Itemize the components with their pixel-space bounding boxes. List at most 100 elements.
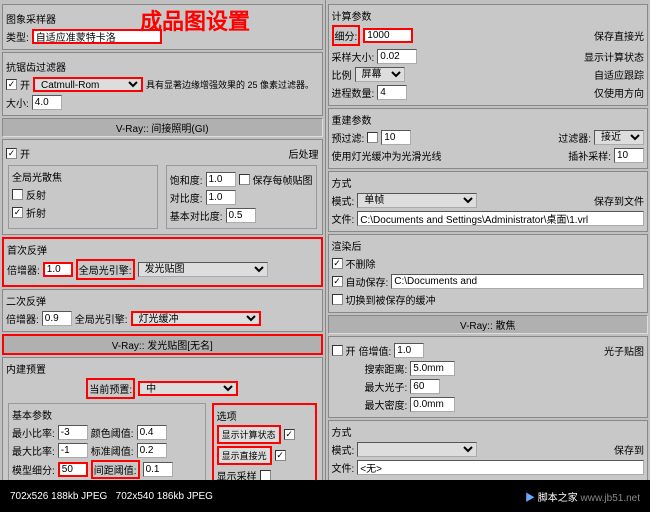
p2-mult-input[interactable] [42, 311, 72, 326]
maxp-input[interactable] [410, 379, 440, 394]
right-column: 计算参数 细分:保存直接光 采样大小:显示计算状态 比例屏幕自适应跟踪 进程数量… [326, 0, 650, 480]
mode-label: 模式: [332, 193, 355, 208]
irr-panel: 内建预置 当前预置:中 基本参数 最小比率:颜色阈值: 最大比率:标准阈值: 模… [2, 357, 323, 480]
pre-chk[interactable] [367, 132, 378, 143]
site-name: 脚本之家 [538, 493, 578, 504]
scatter-panel: 开 倍增值:光子贴图 搜索距离: 最大光子: 最大密度: [328, 336, 649, 418]
aa-title: 抗锯齿过滤器 [6, 59, 66, 74]
show-calc-chk[interactable]: ✓ [284, 429, 295, 440]
gi-global-label: 全局光散焦 [12, 169, 154, 184]
pre-input[interactable] [381, 130, 411, 145]
sat-label: 饱和度: [170, 172, 203, 187]
file-input[interactable] [357, 211, 644, 226]
switch-chk[interactable] [332, 294, 343, 305]
reflect-checkbox[interactable] [12, 189, 23, 200]
p1-engine-select[interactable]: 发光贴图 [138, 262, 268, 277]
cur-preset-select[interactable]: 中 [138, 381, 238, 396]
gi-header[interactable]: V-Ray:: 间接照明(GI) [2, 118, 323, 137]
proc-input[interactable] [377, 85, 407, 100]
nodel-chk[interactable]: ✓ [332, 258, 343, 269]
aa-panel: 抗锯齿过滤器 ✓开 Catmull-Rom 具有显著边缘增强效果的 25 像素过… [2, 52, 323, 116]
use-label: 使用灯光缓冲为光滑光线 [332, 148, 442, 163]
sampler-title: 图象采样器 [6, 11, 56, 26]
auto-chk[interactable]: ✓ [332, 276, 343, 287]
base-input[interactable] [226, 208, 256, 223]
aa-size-input[interactable] [32, 95, 62, 110]
norm-input[interactable] [137, 443, 167, 458]
color-input[interactable] [137, 425, 167, 440]
p2-engine-select[interactable]: 灯光缓冲 [131, 311, 261, 326]
refract-label: 折射 [26, 205, 46, 220]
usedir-label: 仅使用方向 [594, 85, 644, 100]
mode-select[interactable]: 单帧 [357, 193, 477, 208]
left-column: 图象采样器 类型: 抗锯齿过滤器 ✓开 Catmull-Rom 具有显著边缘增强… [0, 0, 326, 480]
dim2: 702x540 186kb JPEG [116, 491, 213, 502]
recon-title: 重建参数 [332, 112, 645, 127]
gi-on-checkbox[interactable]: ✓ [6, 148, 17, 159]
basic-title: 基本参数 [12, 407, 202, 422]
max-input[interactable] [58, 443, 88, 458]
samp-input[interactable] [377, 49, 417, 64]
mode2-select[interactable] [357, 442, 477, 457]
save2-label[interactable]: 保存到 [614, 442, 644, 457]
aa-filter-select[interactable]: Catmull-Rom [33, 77, 143, 92]
scatter-on-chk[interactable] [332, 345, 343, 356]
sat-input[interactable] [206, 172, 236, 187]
filter-select[interactable]: 接近 [594, 130, 644, 145]
mode-title: 方式 [332, 175, 645, 190]
adapt-label: 自适应跟踪 [594, 67, 644, 82]
mode2-label: 模式: [332, 442, 355, 457]
show-calc-btn[interactable]: 显示计算状态 [217, 425, 281, 444]
min-input[interactable] [58, 425, 88, 440]
footer: 702x526 188kb JPEG 702x540 186kb JPEG ▶ … [0, 480, 650, 512]
show-direct-btn[interactable]: 显示直接光 [217, 446, 272, 465]
scatter-header[interactable]: V-Ray:: 散焦 [328, 315, 649, 334]
p1-title: 首次反弹 [7, 242, 318, 257]
show-samp-chk[interactable] [260, 470, 271, 481]
refract-checkbox[interactable]: ✓ [12, 207, 23, 218]
calc-panel: 计算参数 细分:保存直接光 采样大小:显示计算状态 比例屏幕自适应跟踪 进程数量… [328, 4, 649, 106]
aa-size-label: 大小: [6, 95, 29, 110]
model-label: 模型细分: [12, 462, 55, 477]
irr-header[interactable]: V-Ray:: 发光贴图[无名] [2, 334, 323, 355]
aa-on-checkbox[interactable]: ✓ [6, 79, 17, 90]
smult-label: 倍增值: [359, 343, 392, 358]
after-panel: 渲染后 ✓不删除 ✓自动保存: 切换到被保存的缓冲 [328, 234, 649, 313]
dist-input[interactable] [143, 462, 173, 477]
subd-label: 细分: [332, 25, 361, 46]
cont-input[interactable] [206, 190, 236, 205]
subd-input[interactable] [363, 28, 413, 43]
base-label: 基本对比度: [170, 208, 223, 223]
auto-file-input[interactable] [391, 274, 644, 289]
nodel-label: 不删除 [346, 256, 376, 271]
primary-bounce-panel: 首次反弹 倍增器: 全局光引擎:发光贴图 [2, 237, 323, 287]
basic-params-sub: 基本参数 最小比率:颜色阈值: 最大比率:标准阈值: 模型细分:间距阈值: 插补… [8, 403, 206, 480]
dim1: 702x526 188kb JPEG [10, 491, 107, 502]
save-direct-label: 保存直接光 [594, 28, 644, 43]
interp2-input[interactable] [614, 148, 644, 163]
model-input[interactable] [58, 462, 88, 477]
search-input[interactable] [410, 361, 455, 376]
min-label: 最小比率: [12, 425, 55, 440]
page-title: 成品图设置 [140, 4, 250, 36]
cur-preset-label: 当前预置: [86, 378, 135, 399]
aa-on-label: 开 [20, 77, 30, 92]
max-label: 最大比率: [12, 443, 55, 458]
gi-panel: ✓开 后处理 全局光散焦 反射 ✓折射 饱和度:保存每帧贴图 对比度: 基本对比… [2, 139, 323, 235]
site-logo: ▶ [525, 493, 538, 504]
dens-input[interactable] [410, 397, 455, 412]
save-btn-label[interactable]: 保存到文件 [594, 193, 644, 208]
p1-mult-input[interactable] [43, 262, 73, 277]
p1-mult-label: 倍增器: [7, 262, 40, 277]
savemap-checkbox[interactable] [239, 174, 250, 185]
p2-engine-label: 全局光引擎: [75, 311, 128, 326]
scale2-select[interactable]: 屏幕 [355, 67, 405, 82]
after-title: 渲染后 [332, 238, 645, 253]
site-url: www.jb51.net [581, 493, 640, 504]
file2-input[interactable] [357, 460, 644, 475]
show-direct-chk[interactable]: ✓ [275, 450, 286, 461]
smult-input[interactable] [394, 343, 424, 358]
gi-global-sub: 全局光散焦 反射 ✓折射 [8, 165, 158, 229]
reflect-label: 反射 [26, 187, 46, 202]
samp-label: 采样大小: [332, 49, 375, 64]
